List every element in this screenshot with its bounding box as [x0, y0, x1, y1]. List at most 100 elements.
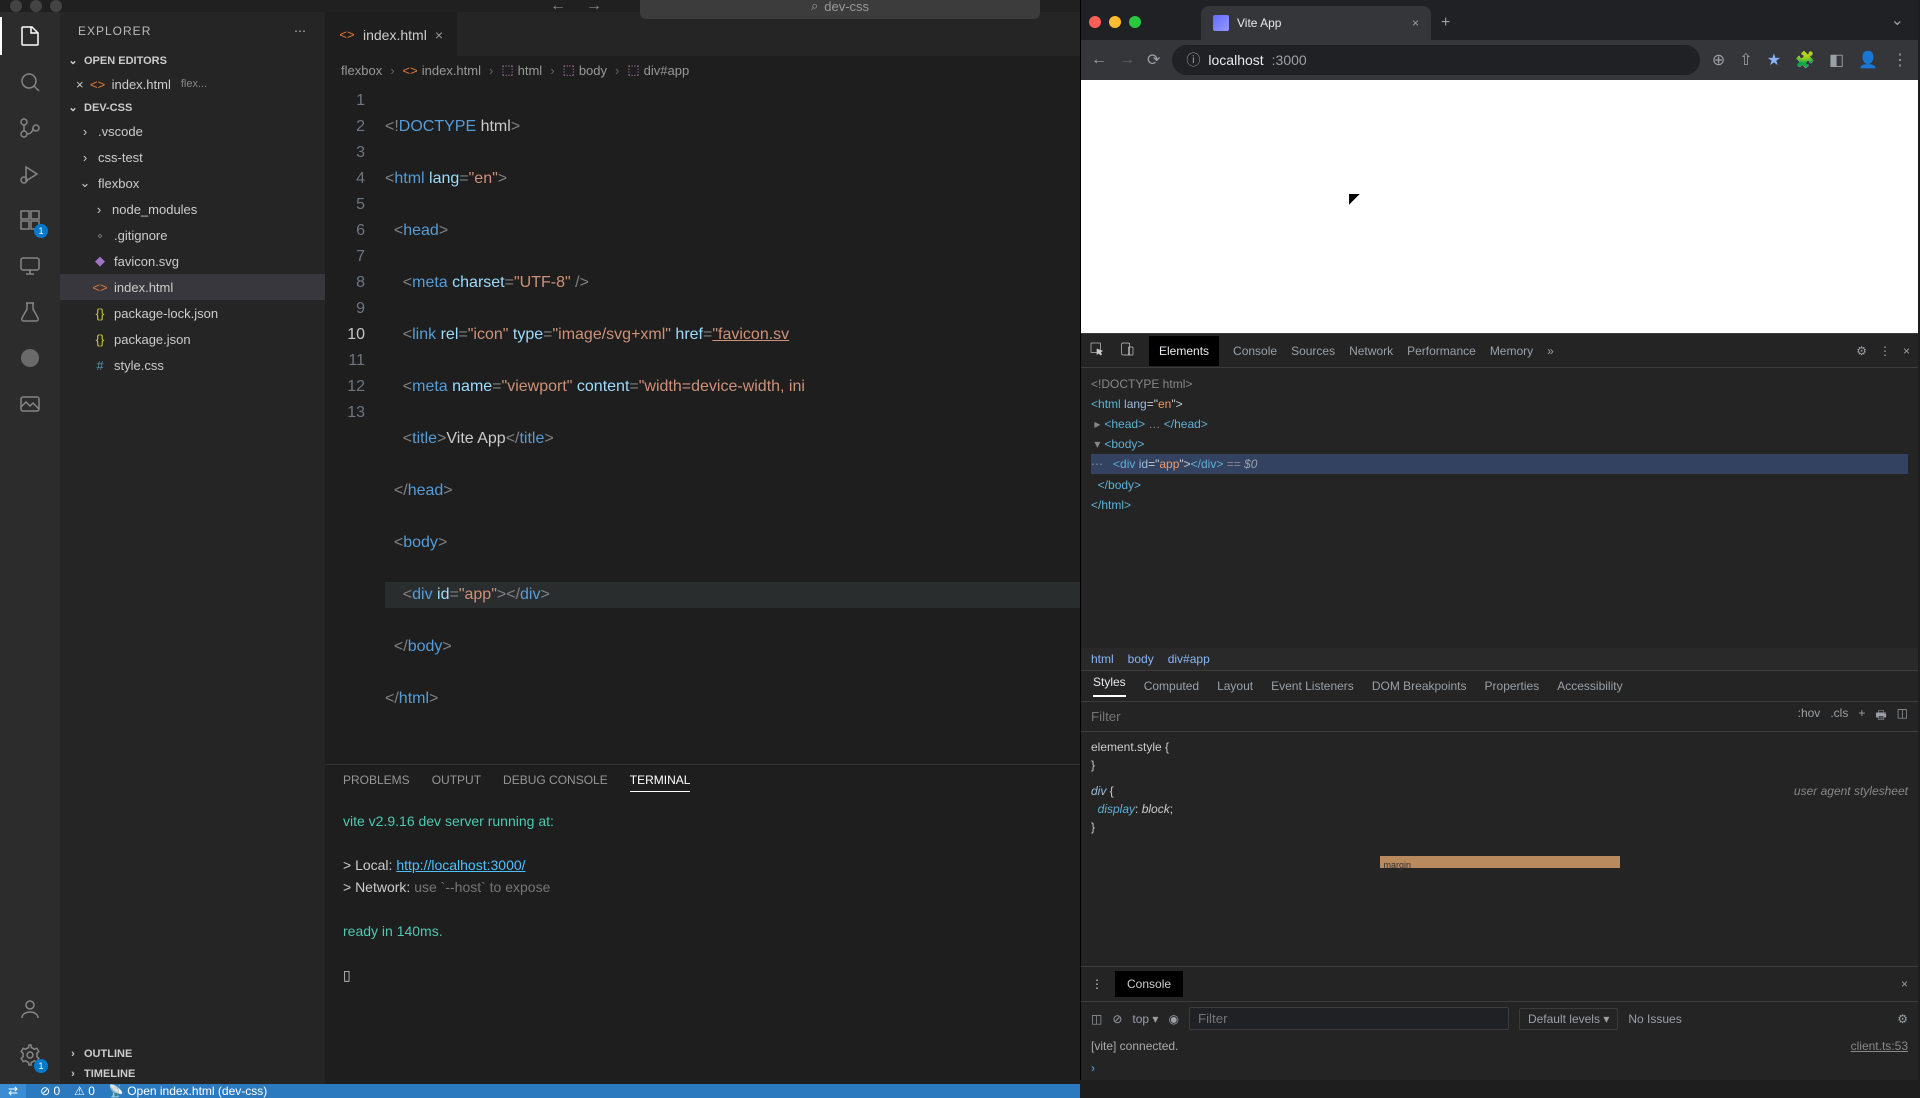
share-icon[interactable]: ⇧ — [1739, 50, 1752, 70]
reload-icon[interactable]: ⟳ — [1147, 50, 1160, 70]
code-editor[interactable]: 12345678910111213 <!DOCTYPE html> <html … — [325, 84, 1080, 764]
tab-terminal[interactable]: TERMINAL — [630, 773, 691, 792]
forward-icon[interactable]: → — [1119, 51, 1135, 69]
css-prop[interactable]: display — [1098, 802, 1135, 816]
more-tabs-icon[interactable]: » — [1547, 344, 1554, 358]
tab-memory[interactable]: Memory — [1490, 344, 1533, 358]
hov-toggle[interactable]: :hov — [1798, 706, 1821, 727]
new-tab-icon[interactable]: + — [1441, 14, 1450, 32]
tab-performance[interactable]: Performance — [1407, 344, 1476, 358]
traffic-lights[interactable] — [10, 0, 62, 12]
browser-tab[interactable]: Vite App × — [1201, 6, 1431, 40]
bc-divapp[interactable]: div#app — [1168, 652, 1210, 666]
close-icon[interactable]: × — [435, 27, 443, 43]
search-act-icon[interactable] — [16, 68, 44, 96]
file-style[interactable]: #style.css — [60, 352, 325, 378]
log-source[interactable]: client.ts:53 — [1851, 1039, 1908, 1053]
tab-sources[interactable]: Sources — [1291, 344, 1335, 358]
devtools-breadcrumb[interactable]: html body div#app — [1081, 648, 1918, 670]
levels-select[interactable]: Default levels ▾ — [1519, 1008, 1618, 1030]
elements-panel[interactable]: <!DOCTYPE html> <html lang="en"> ▸<head>… — [1081, 368, 1918, 648]
plus-icon[interactable]: + — [1858, 706, 1865, 727]
menu-icon[interactable]: ⋮ — [1879, 344, 1891, 358]
status-live[interactable]: 📡 Open index.html (dev-css) — [109, 1084, 267, 1098]
folder-vscode[interactable]: ›.vscode — [60, 118, 325, 144]
tab-debug-console[interactable]: DEBUG CONSOLE — [503, 773, 608, 792]
bc-html[interactable]: html — [1091, 652, 1114, 666]
file-pkg-lock[interactable]: {}package-lock.json — [60, 300, 325, 326]
tab-listeners[interactable]: Event Listeners — [1271, 679, 1354, 693]
issues-label[interactable]: No Issues — [1628, 1012, 1681, 1026]
tab-problems[interactable]: PROBLEMS — [343, 773, 410, 792]
eye-icon[interactable]: ◉ — [1168, 1012, 1178, 1026]
menu-icon[interactable]: ⋮ — [1091, 977, 1103, 991]
back-icon[interactable]: ← — [550, 0, 566, 15]
tab-console[interactable]: Console — [1233, 344, 1277, 358]
command-search[interactable]: ⌕ dev-css — [640, 0, 1040, 19]
side-panel-icon[interactable]: ◧ — [1829, 50, 1844, 70]
close-dot[interactable] — [1089, 16, 1101, 28]
timeline-section[interactable]: ›TIMELINE — [60, 1064, 325, 1084]
tab-dom-bp[interactable]: DOM Breakpoints — [1372, 679, 1467, 693]
gear-icon[interactable]: ⚙ — [1856, 344, 1867, 358]
bc-html[interactable]: ⬚ html — [501, 62, 542, 78]
zoom-dot[interactable] — [50, 0, 62, 12]
tab-props[interactable]: Properties — [1485, 679, 1540, 693]
folder-node-modules[interactable]: ›node_modules — [60, 196, 325, 222]
selected-element[interactable]: ⋯ <div id="app"></div> == $0 — [1091, 454, 1908, 474]
box-model[interactable]: margin — [1380, 856, 1620, 868]
print-icon[interactable]: 🖶 — [1875, 706, 1886, 727]
tab-elements[interactable]: Elements — [1149, 336, 1219, 366]
css-rule[interactable]: element.style { — [1091, 740, 1169, 754]
breadcrumb[interactable]: flexbox› <> index.html› ⬚ html› ⬚ body› … — [325, 56, 1080, 84]
bc-div[interactable]: ⬚ div#app — [627, 62, 689, 78]
bc-folder[interactable]: flexbox — [341, 63, 382, 78]
chevron-down-icon[interactable]: ⌄ — [1891, 10, 1904, 30]
bc-file[interactable]: <> index.html — [403, 63, 481, 78]
open-editors-section[interactable]: ⌄OPEN EDITORS — [60, 50, 325, 71]
explorer-icon[interactable] — [16, 22, 44, 50]
cls-toggle[interactable]: .cls — [1830, 706, 1848, 727]
console-prompt[interactable]: › — [1081, 1057, 1918, 1080]
page-viewport[interactable]: ◤ — [1081, 80, 1918, 333]
edge-icon[interactable] — [16, 344, 44, 372]
styles-filter-input[interactable] — [1091, 709, 1798, 724]
term-link[interactable]: http://localhost:3000/ — [396, 857, 525, 873]
outline-section[interactable]: ›OUTLINE — [60, 1044, 325, 1064]
styles-body[interactable]: element.style { } user agent stylesheetd… — [1081, 732, 1918, 966]
status-warnings[interactable]: ⚠ 0 — [74, 1084, 95, 1098]
open-editor-item[interactable]: × <> index.html flex... — [60, 71, 325, 97]
tab-network[interactable]: Network — [1349, 344, 1393, 358]
menu-icon[interactable]: ⋮ — [1892, 50, 1908, 70]
extensions-icon[interactable]: 1 — [16, 206, 44, 234]
settings-icon[interactable]: 1 — [16, 1041, 44, 1069]
file-pkg[interactable]: {}package.json — [60, 326, 325, 352]
tab-output[interactable]: OUTPUT — [432, 773, 481, 792]
console-filter-input[interactable] — [1189, 1007, 1509, 1030]
code-content[interactable]: <!DOCTYPE html> <html lang="en"> <head> … — [385, 88, 1080, 764]
test-icon[interactable] — [16, 298, 44, 326]
zoom-dot[interactable] — [1129, 16, 1141, 28]
editor-tab[interactable]: <> index.html × — [325, 12, 457, 56]
minimize-dot[interactable] — [1109, 16, 1121, 28]
info-icon[interactable]: ⓘ — [1186, 50, 1200, 70]
bc-body[interactable]: ⬚ body — [563, 62, 608, 78]
folder-css-test[interactable]: ›css-test — [60, 144, 325, 170]
scm-icon[interactable] — [16, 114, 44, 142]
close-icon[interactable]: × — [76, 77, 84, 92]
css-val[interactable]: block — [1142, 802, 1170, 816]
file-gitignore[interactable]: ◦.gitignore — [60, 222, 325, 248]
terminal[interactable]: vite v2.9.16 dev server running at: > Lo… — [325, 800, 1080, 1084]
inspect-icon[interactable] — [1089, 341, 1105, 360]
panel-icon[interactable]: ◫ — [1897, 706, 1908, 727]
profile-icon[interactable]: 👤 — [1858, 50, 1878, 70]
url-bar[interactable]: ⓘ localhost:3000 — [1172, 45, 1699, 75]
chrome-traffic[interactable] — [1089, 16, 1141, 28]
drawer-tab-console[interactable]: Console — [1115, 971, 1183, 997]
debug-icon[interactable] — [16, 160, 44, 188]
project-section[interactable]: ⌄DEV-CSS — [60, 97, 325, 118]
close-icon[interactable]: × — [1412, 16, 1419, 30]
forward-icon[interactable]: → — [586, 0, 602, 15]
bc-body[interactable]: body — [1128, 652, 1154, 666]
context-select[interactable]: top ▾ — [1132, 1012, 1158, 1026]
